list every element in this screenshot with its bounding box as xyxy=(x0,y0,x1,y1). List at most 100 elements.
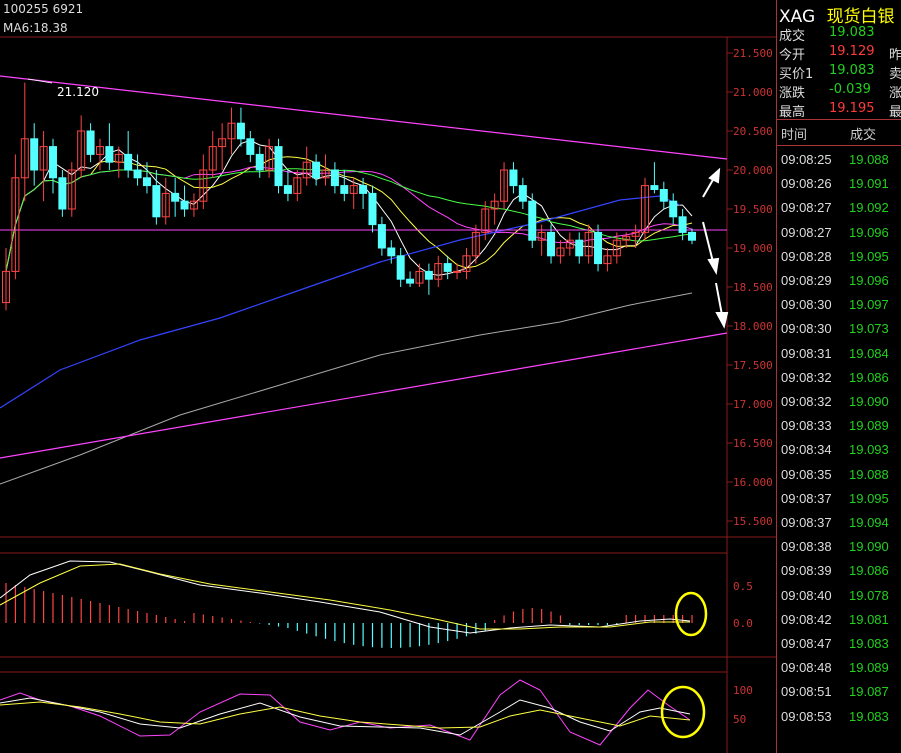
tick-row: 09:08:30 19.097 xyxy=(777,294,901,317)
tick-price: 19.095 xyxy=(849,248,889,264)
price-axis: 21.500 21.000 20.500 20.000 19.500 19.000 18.5… xyxy=(727,47,773,528)
candle-body xyxy=(171,192,180,202)
candle-body xyxy=(509,169,518,187)
macd-tick-label: 0.5 xyxy=(733,580,753,593)
quote-extra-label: 卖 xyxy=(889,67,901,82)
tick-time: 09:08:28 xyxy=(781,248,832,264)
arrow-down-2 xyxy=(715,282,723,316)
ma-indicator-label: MA6:18.38 xyxy=(3,21,68,35)
tick-time: 09:08:33 xyxy=(781,418,832,434)
macd-axis: 0.5 0.0 xyxy=(733,580,753,630)
tick-time: 09:08:27 xyxy=(781,200,832,216)
chart-canvas[interactable]: 21.500 21.000 20.500 20.000 19.500 19.000 18.5… xyxy=(0,0,776,753)
tick-row: 09:08:42 19.081 xyxy=(777,609,901,632)
tick-time: 09:08:53 xyxy=(781,708,832,724)
ticks-header: 时间 成交 xyxy=(777,122,901,144)
tick-price: 19.097 xyxy=(849,297,889,313)
price-tick-label: 17.500 xyxy=(733,359,773,372)
tick-time: 09:08:34 xyxy=(781,442,832,458)
candle-body xyxy=(443,263,452,272)
tick-price: 19.081 xyxy=(849,611,889,627)
quote-label: 今开 xyxy=(779,48,806,63)
tick-row: 09:08:35 19.088 xyxy=(777,464,901,487)
tick-row: 09:08:37 19.095 xyxy=(777,488,901,511)
kdj-axis: 100 50 xyxy=(733,684,753,726)
kdj-j-line xyxy=(0,679,691,746)
macd-tick-label: 0.0 xyxy=(733,617,753,630)
candle-body xyxy=(377,224,386,249)
tick-time: 09:08:30 xyxy=(781,297,832,313)
tick-price: 19.073 xyxy=(849,321,889,337)
quote-title: XAG 现货白银 xyxy=(779,2,895,27)
tick-price: 19.083 xyxy=(849,708,889,724)
tick-row: 09:08:34 19.093 xyxy=(777,439,901,462)
ma120-line xyxy=(0,292,693,485)
high-price-annotation: 21.120 xyxy=(57,85,99,99)
arrow-up-head xyxy=(708,167,721,184)
tick-price: 19.078 xyxy=(849,587,889,603)
symbol-label: XAG xyxy=(779,7,816,27)
tick-time: 09:08:47 xyxy=(781,636,832,651)
price-tick-label: 15.500 xyxy=(733,515,773,528)
tick-row: 09:08:25 19.088 xyxy=(777,149,901,172)
quote-extra-label: 昨 xyxy=(889,48,901,63)
candle-body xyxy=(387,247,396,257)
tick-price: 19.088 xyxy=(849,466,889,482)
candle-body xyxy=(180,200,189,210)
price-tick-label: 16.000 xyxy=(733,476,773,489)
tick-time: 09:08:32 xyxy=(781,369,832,385)
chart-area[interactable]: 21.500 21.000 20.500 20.000 19.500 19.000 18.5… xyxy=(0,0,776,753)
kdj-highlight-circle xyxy=(660,685,706,739)
tick-row: 09:08:31 19.084 xyxy=(777,343,901,366)
price-tick-label: 19.000 xyxy=(733,242,773,255)
tick-time: 09:08:32 xyxy=(781,394,832,409)
price-tick-label: 21.000 xyxy=(733,86,773,99)
candle-body xyxy=(396,255,405,280)
quote-value: -0.039 xyxy=(829,82,871,97)
tick-price: 19.089 xyxy=(849,660,889,676)
tick-price: 19.092 xyxy=(849,200,889,216)
macd-dif-line xyxy=(0,560,691,634)
quote-extra-label: 涨 xyxy=(889,86,901,101)
candle-body xyxy=(105,146,114,163)
tick-price: 19.087 xyxy=(849,684,889,700)
tick-price: 19.094 xyxy=(849,515,889,530)
candle-body xyxy=(312,161,321,179)
candle-body xyxy=(650,185,659,191)
tick-price: 19.086 xyxy=(849,563,889,579)
candle-body xyxy=(424,270,433,280)
tick-row: 09:08:27 19.092 xyxy=(777,197,901,220)
candle-body xyxy=(86,130,95,155)
tick-time: 09:08:27 xyxy=(781,224,832,240)
quote-label: 涨跌 xyxy=(779,86,806,101)
price-tick-label: 20.500 xyxy=(733,125,773,138)
candle-body xyxy=(133,169,142,179)
macd-panel xyxy=(0,560,693,648)
candle-body xyxy=(236,122,245,140)
quote-label: 成交 xyxy=(779,29,806,44)
tick-row: 09:08:51 19.087 xyxy=(777,681,901,704)
quote-label: 买价1 xyxy=(779,67,814,82)
quote-value: 19.129 xyxy=(829,44,875,59)
candle-body xyxy=(518,185,527,202)
price-tick-label: 19.500 xyxy=(733,203,773,216)
tick-row: 09:08:28 19.095 xyxy=(777,246,901,269)
macd-highlight-circle xyxy=(674,591,708,637)
quote-value: 19.083 xyxy=(829,63,875,78)
tick-time: 09:08:48 xyxy=(781,660,832,676)
tick-row: 09:08:39 19.086 xyxy=(777,560,901,583)
macd-dea-line xyxy=(0,563,690,630)
tick-row: 09:08:27 19.096 xyxy=(777,222,901,245)
tick-time: 09:08:26 xyxy=(781,176,832,192)
kdj-tick-label: 50 xyxy=(733,713,746,726)
tick-price: 19.096 xyxy=(849,224,889,240)
tick-price: 19.083 xyxy=(849,636,889,651)
tick-time: 09:08:25 xyxy=(781,152,832,167)
candle-body xyxy=(274,146,283,187)
tick-price: 19.088 xyxy=(849,152,889,167)
quote-value: 19.083 xyxy=(829,25,875,40)
projection-arrows xyxy=(702,167,729,329)
arrow-up xyxy=(702,177,715,198)
candlesticks xyxy=(2,82,696,311)
price-tick-label: 18.500 xyxy=(733,281,773,294)
